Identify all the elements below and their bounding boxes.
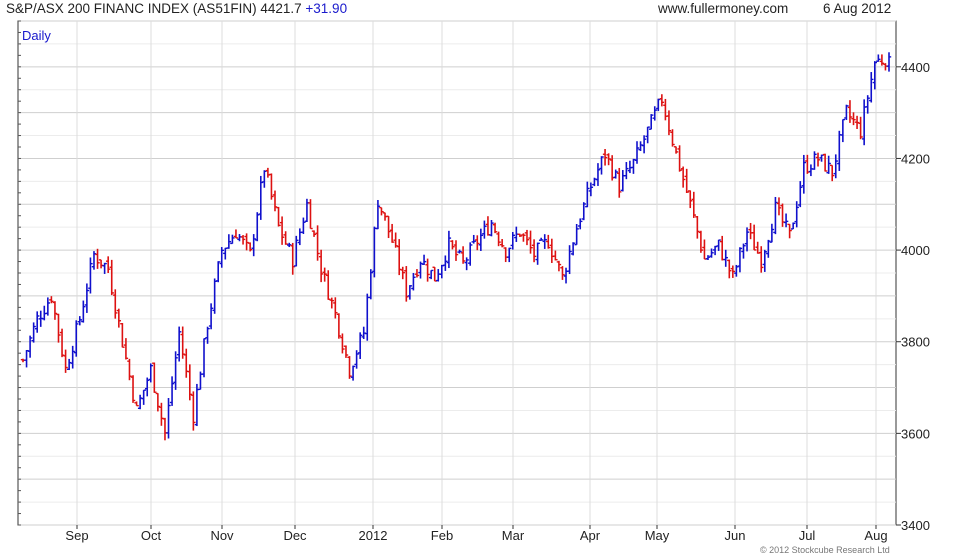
x-tick-label: Jun bbox=[725, 528, 746, 543]
x-tick-label: Jul bbox=[799, 528, 816, 543]
y-tick-label: 3400 bbox=[901, 518, 930, 533]
copyright-text: © 2012 Stockcube Research Ltd bbox=[760, 545, 890, 555]
x-tick-label: Dec bbox=[283, 528, 307, 543]
x-tick-label: 2012 bbox=[359, 528, 388, 543]
x-tick-label: Apr bbox=[580, 528, 601, 543]
x-tick-label: Mar bbox=[502, 528, 525, 543]
x-tick-label: Feb bbox=[431, 528, 453, 543]
y-tick-label: 4400 bbox=[901, 60, 930, 75]
y-tick-label: 4000 bbox=[901, 243, 930, 258]
y-tick-label: 3600 bbox=[901, 426, 930, 441]
x-tick-label: Oct bbox=[141, 528, 162, 543]
periodicity-label: Daily bbox=[22, 28, 51, 43]
ohlc-chart: 3400 3600 3800 4000 4200 4400 Sep Oct Nov Dec 2012… bbox=[17, 20, 930, 543]
x-tick-label: Aug bbox=[864, 528, 887, 543]
x-tick-label: May bbox=[645, 528, 670, 543]
y-tick-label: 4200 bbox=[901, 151, 930, 166]
y-tick-label: 3800 bbox=[901, 335, 930, 350]
x-tick-label: Sep bbox=[65, 528, 88, 543]
x-tick-label: Nov bbox=[210, 528, 234, 543]
